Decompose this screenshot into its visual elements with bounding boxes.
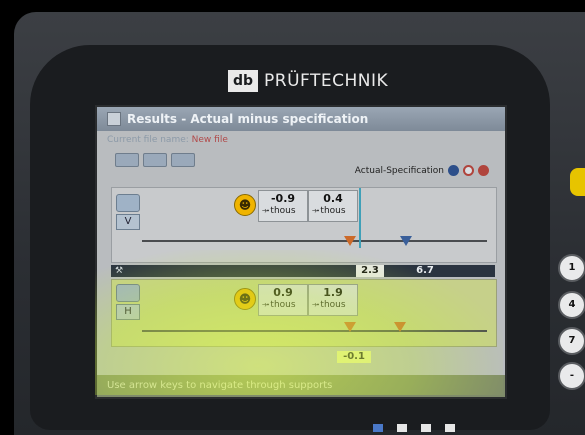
toolbar-button-1[interactable] — [115, 153, 139, 167]
nav-indicator-3 — [421, 424, 431, 432]
machine-icon[interactable] — [478, 165, 489, 176]
vertical-machine-tab[interactable] — [116, 194, 140, 212]
smiley-icon-vertical: ☻ — [234, 194, 256, 216]
title-bar: Results - Actual minus specification — [97, 107, 505, 131]
status-bar: Use arrow keys to navigate through suppo… — [97, 375, 505, 397]
horizontal-bottom-value: -0.1 — [337, 351, 371, 363]
vertical-value-back-number: 0.4 — [323, 192, 343, 205]
vertical-results-panel: V ☻ -0.9 ⤞ thous 0.4 ⤞ thous — [111, 187, 497, 263]
distance-bar: ⚒ 2.3 6.7 — [111, 265, 495, 277]
horizontal-value-front: 0.9 ⤞ thous — [258, 284, 308, 316]
horizontal-value-back: 1.9 ⤞ thous — [308, 284, 358, 316]
window-title: Results - Actual minus specification — [127, 112, 369, 126]
cursor-line — [359, 188, 361, 248]
horizontal-shaft-line — [142, 330, 487, 332]
vertical-value-front-unit: thous — [270, 206, 296, 216]
window-icon — [107, 112, 121, 126]
horizontal-value-back-number: 1.9 — [323, 286, 343, 299]
toolbar-button-2[interactable] — [143, 153, 167, 167]
nav-indicator-2 — [397, 424, 407, 432]
key-4[interactable]: 4 — [558, 291, 585, 319]
brand-logo: db PRÜFTECHNIK — [228, 70, 388, 92]
coupling-icon[interactable] — [448, 165, 459, 176]
file-name-label: Current file name: — [107, 135, 192, 145]
db-logo-icon: db — [228, 70, 258, 92]
wrench-icon: ⚒ — [115, 266, 124, 276]
horizontal-value-front-number: 0.9 — [273, 286, 293, 299]
mode-indicator: Actual-Specification — [355, 165, 489, 176]
brand-name: PRÜFTECHNIK — [264, 71, 389, 91]
mode-label: Actual-Specification — [354, 165, 444, 176]
distance-value-2: 6.7 — [416, 265, 434, 276]
smiley-icon-horizontal: ☻ — [234, 288, 256, 310]
side-yellow-knob[interactable] — [570, 168, 585, 196]
key-minus[interactable]: - — [558, 362, 585, 390]
vertical-value-front: -0.9 ⤞ thous — [258, 190, 308, 222]
horizontal-plane-label: H — [116, 304, 140, 320]
vertical-plane-label: V — [116, 214, 140, 230]
file-name-line: Current file name: New file — [107, 135, 228, 145]
vertical-value-back: 0.4 ⤞ thous — [308, 190, 358, 222]
nav-indicator-4 — [445, 424, 455, 432]
toolbar-button-3[interactable] — [171, 153, 195, 167]
key-7[interactable]: 7 — [558, 327, 585, 355]
nav-indicator-1 — [373, 424, 383, 432]
target-icon[interactable] — [463, 165, 474, 176]
horizontal-value-back-unit: thous — [320, 300, 346, 310]
horizontal-value-front-unit: thous — [270, 300, 296, 310]
horizontal-back-foot-marker — [394, 322, 406, 332]
horizontal-results-panel: H ☻ 0.9 ⤞ thous 1.9 ⤞ thous — [111, 279, 497, 347]
vertical-value-back-unit: thous — [320, 206, 346, 216]
key-1[interactable]: 1 — [558, 254, 585, 282]
distance-value-1: 2.3 — [356, 265, 384, 277]
file-name-value: New file — [191, 135, 228, 145]
vertical-front-foot-marker — [344, 236, 356, 246]
device-screen: Results - Actual minus specification Cur… — [95, 105, 507, 399]
horizontal-machine-tab[interactable] — [116, 284, 140, 302]
toolbar — [115, 153, 195, 167]
horizontal-front-foot-marker — [344, 322, 356, 332]
photo-frame: db PRÜFTECHNIK Results - Actual minus sp… — [0, 0, 585, 435]
vertical-back-foot-marker — [400, 236, 412, 246]
vertical-shaft-line — [142, 240, 487, 242]
vertical-value-front-number: -0.9 — [270, 192, 296, 205]
